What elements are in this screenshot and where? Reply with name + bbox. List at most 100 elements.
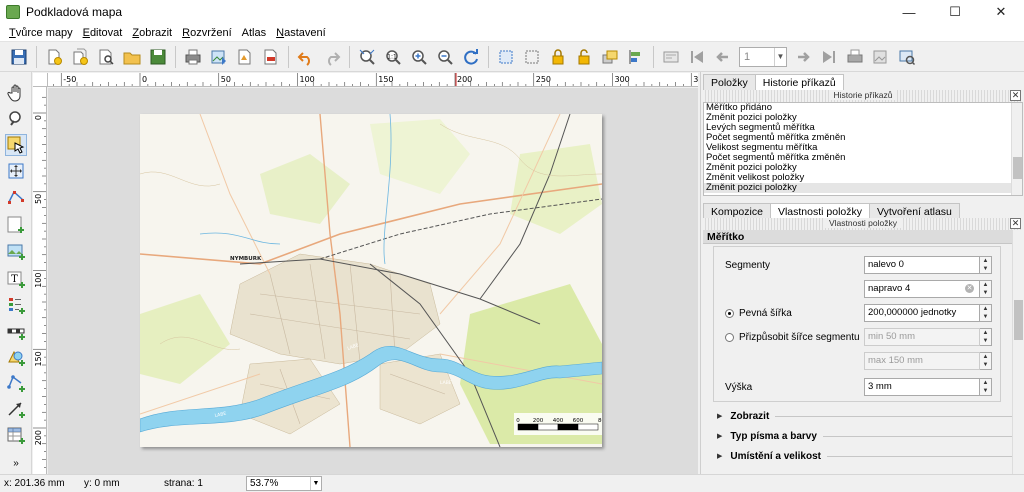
zoom-combobox[interactable]: 53.7% ▼ [246, 476, 322, 491]
menu-item-4[interactable]: Atlas [237, 27, 271, 39]
chevron-up-icon[interactable]: ▲ [980, 353, 991, 361]
select-all-icon[interactable] [495, 46, 517, 68]
atlas-previous-icon[interactable] [712, 46, 734, 68]
move-item-content-icon[interactable] [5, 160, 27, 182]
fixed-width-radio[interactable]: Pevná šířka [725, 308, 792, 319]
fit-min-value[interactable]: min 50 mm [864, 328, 980, 346]
raise-items-icon[interactable] [599, 46, 621, 68]
chevron-down-icon[interactable]: ▼ [980, 361, 991, 369]
segments-right-value[interactable]: napravo 4 [864, 280, 980, 298]
chevron-down-icon[interactable]: ▼ [980, 337, 991, 345]
chevron-up-icon[interactable]: ▲ [980, 329, 991, 337]
zoom-out-icon[interactable] [434, 46, 456, 68]
chevron-down-icon[interactable]: ▼ [980, 289, 991, 297]
fit-max-spinbox[interactable]: max 150 mm ▲ ▼ [864, 352, 992, 370]
chevron-up-icon[interactable]: ▲ [980, 305, 991, 313]
tab-bottom-tabs-2[interactable]: Vytvoření atlasu [869, 203, 960, 219]
composer-manager-icon[interactable] [95, 46, 117, 68]
chevron-up-icon[interactable]: ▲ [980, 379, 991, 387]
menu-item-1[interactable]: Editovat [78, 27, 128, 39]
close-icon[interactable]: ✕ [1010, 218, 1021, 229]
align-items-icon[interactable] [625, 46, 647, 68]
scalebar-item[interactable]: 0 200 400 600 800 m [514, 413, 602, 435]
atlas-settings-icon[interactable] [896, 46, 918, 68]
segments-left-spinbox[interactable]: nalevo 0 ▲ ▼ [864, 256, 992, 274]
add-label-icon[interactable]: T [5, 268, 27, 290]
unlock-icon[interactable] [573, 46, 595, 68]
height-value[interactable]: 3 mm [864, 378, 980, 396]
chevron-up-icon[interactable]: ▲ [980, 281, 991, 289]
zoom-full-icon[interactable] [356, 46, 378, 68]
history-list[interactable]: Měřítko přidáno Změnit pozici položky Levý… [703, 102, 1023, 196]
segments-right-spinbox[interactable]: napravo 4 ✕ ▲ ▼ [864, 280, 992, 298]
add-arrow-icon[interactable] [5, 398, 27, 420]
add-shape-icon[interactable] [5, 346, 27, 368]
zoom-actual-icon[interactable]: 1:1 [382, 46, 404, 68]
fit-max-value[interactable]: max 150 mm [864, 352, 980, 370]
collapsible-section[interactable]: ▶ Typ písma a barvy [717, 428, 1013, 444]
save-template-icon[interactable] [147, 46, 169, 68]
fixed-width-value[interactable]: 200,000000 jednotky [864, 304, 980, 322]
chevron-down-icon[interactable]: ▼ [980, 313, 991, 321]
close-button[interactable]: ✕ [978, 0, 1024, 24]
tab-bottom-tabs-0[interactable]: Kompozice [703, 203, 771, 219]
menu-item-5[interactable]: Nastavení [271, 27, 331, 39]
export-pdf-icon[interactable] [260, 46, 282, 68]
layout-page[interactable]: NYMBURK LABE LABE LABE 0200400600800 m [140, 114, 602, 447]
select-move-item-icon[interactable] [5, 134, 27, 156]
maximize-button[interactable]: ☐ [932, 0, 978, 24]
atlas-export-image-icon[interactable] [870, 46, 892, 68]
chevron-down-icon[interactable]: ▼ [980, 387, 991, 395]
segments-left-value[interactable]: nalevo 0 [864, 256, 980, 274]
add-map-icon[interactable] [5, 214, 27, 236]
export-svg-icon[interactable] [234, 46, 256, 68]
export-image-icon[interactable] [208, 46, 230, 68]
collapsible-section[interactable]: ▶ Umístění a velikost [717, 448, 1013, 464]
deselect-icon[interactable] [521, 46, 543, 68]
fit-min-spinbox[interactable]: min 50 mm ▲ ▼ [864, 328, 992, 346]
zoom-tool-icon[interactable] [5, 108, 27, 130]
chevron-up-icon[interactable]: ▲ [980, 257, 991, 265]
minimize-button[interactable]: — [886, 0, 932, 24]
print-icon[interactable] [182, 46, 204, 68]
chevron-down-icon[interactable]: ▼ [310, 477, 321, 490]
undo-icon[interactable] [295, 46, 317, 68]
chevron-down-icon[interactable]: ▼ [774, 47, 786, 66]
tab-top-tabs-1[interactable]: Historie příkazů [754, 74, 844, 91]
fixed-width-spinbox[interactable]: 200,000000 jednotky ▲ ▼ [864, 304, 992, 322]
close-icon[interactable]: ✕ [1010, 90, 1021, 101]
add-legend-icon[interactable] [5, 294, 27, 316]
atlas-print-icon[interactable] [844, 46, 866, 68]
atlas-next-icon[interactable] [792, 46, 814, 68]
open-folder-icon[interactable] [121, 46, 143, 68]
chevron-down-icon[interactable]: ▼ [980, 265, 991, 273]
atlas-last-icon[interactable] [818, 46, 840, 68]
redo-icon[interactable] [321, 46, 343, 68]
pan-hand-icon[interactable] [5, 82, 27, 104]
refresh-icon[interactable] [460, 46, 482, 68]
props-scrollbar[interactable] [1012, 230, 1023, 474]
fit-segment-radio[interactable]: Přizpůsobit šířce segmentu [725, 332, 860, 343]
lock-icon[interactable] [547, 46, 569, 68]
save-icon[interactable] [8, 46, 30, 68]
add-attribute-table-icon[interactable] [5, 424, 27, 446]
duplicate-composer-icon[interactable] [69, 46, 91, 68]
zoom-in-icon[interactable] [408, 46, 430, 68]
atlas-preview-icon[interactable] [660, 46, 682, 68]
menu-item-3[interactable]: Rozvržení [177, 27, 237, 39]
add-node-item-icon[interactable] [5, 372, 27, 394]
layout-canvas[interactable]: NYMBURK LABE LABE LABE 0200400600800 m [48, 88, 698, 474]
new-composer-icon[interactable] [43, 46, 65, 68]
map-item[interactable]: NYMBURK LABE LABE LABE 0200400600800 m [140, 114, 602, 447]
atlas-first-icon[interactable] [686, 46, 708, 68]
menu-item-0[interactable]: Tvůrce mapy [4, 27, 78, 39]
history-scrollbar[interactable] [1011, 103, 1022, 195]
atlas-page-spinbox[interactable]: 1 ▼ [739, 46, 787, 67]
tab-top-tabs-0[interactable]: Položky [703, 74, 756, 90]
menu-item-2[interactable]: Zobrazit [127, 27, 177, 39]
toolbar-overflow-icon[interactable]: » [5, 452, 27, 474]
add-image-icon[interactable] [5, 240, 27, 262]
edit-nodes-icon[interactable] [5, 186, 27, 208]
height-spinbox[interactable]: 3 mm ▲ ▼ [864, 378, 992, 396]
clear-icon[interactable]: ✕ [965, 284, 974, 293]
